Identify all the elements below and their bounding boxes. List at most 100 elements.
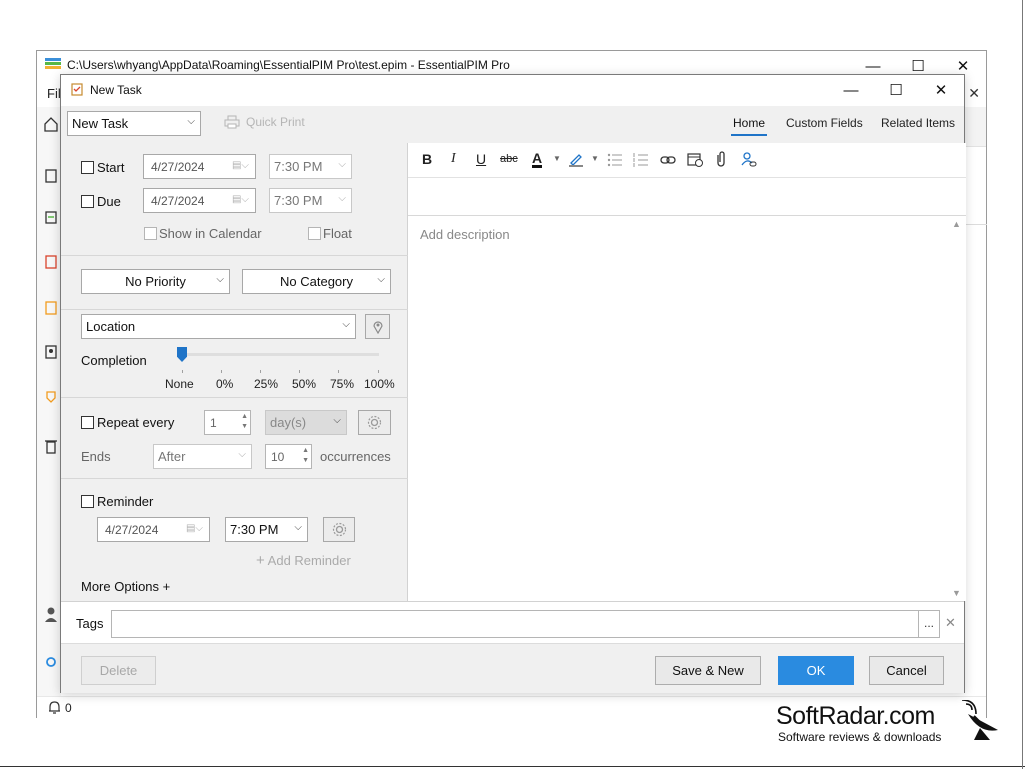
- occurrences-stepper[interactable]: 10 ▲ ▼: [265, 444, 312, 469]
- stepper-arrows-icon[interactable]: ▲ ▼: [241, 412, 248, 432]
- delete-button[interactable]: Delete: [81, 656, 156, 685]
- save-and-new-button[interactable]: Save & New: [655, 656, 761, 685]
- bold-button[interactable]: B: [422, 151, 432, 167]
- divider: [1022, 0, 1023, 769]
- repeat-unit-select[interactable]: day(s) ⌵: [265, 410, 347, 435]
- chevron-down-icon: ⌵: [216, 274, 224, 285]
- start-date-value: 4/27/2024: [151, 159, 205, 174]
- tick-mark: [260, 370, 261, 373]
- reminder-settings-button[interactable]: [323, 517, 355, 542]
- passwords-icon[interactable]: [43, 389, 59, 407]
- chevron-down-icon: ⌵: [238, 449, 246, 460]
- underline-button[interactable]: U: [476, 151, 486, 167]
- notes-icon[interactable]: [43, 167, 59, 185]
- due-date-field[interactable]: 4/27/2024 ▤⌵: [143, 188, 256, 213]
- chevron-down-icon: ⌵: [338, 159, 346, 170]
- reminder-time-select[interactable]: 7:30 PM ⌵: [225, 517, 308, 542]
- dialog-minimize-button[interactable]: —: [828, 75, 874, 105]
- scroll-down-icon[interactable]: ▼: [952, 588, 961, 598]
- panel-close-icon[interactable]: ✕: [968, 85, 980, 102]
- dialog-footer: Delete Save & New OK Cancel: [61, 643, 964, 693]
- reminder-date-field[interactable]: 4/27/2024 ▤⌵: [97, 517, 210, 542]
- location-input[interactable]: Location ⌵: [81, 314, 356, 339]
- more-options-link[interactable]: More Options +: [81, 579, 170, 594]
- dialog-maximize-button[interactable]: ☐: [873, 75, 919, 105]
- add-reminder-label: Add Reminder: [267, 553, 351, 568]
- menu-file[interactable]: Fil: [47, 86, 61, 101]
- repeat-checkbox[interactable]: [81, 416, 94, 429]
- trash-icon[interactable]: [43, 437, 59, 455]
- due-checkbox[interactable]: [81, 195, 94, 208]
- due-date-value: 4/27/2024: [151, 193, 205, 208]
- dialog-title: New Task: [90, 83, 142, 97]
- ends-mode-select[interactable]: After ⌵: [153, 444, 252, 469]
- satellite-dish-icon: [962, 700, 998, 740]
- reminder-checkbox[interactable]: [81, 495, 94, 508]
- home-icon[interactable]: [43, 115, 59, 133]
- show-in-calendar-checkbox[interactable]: [144, 227, 157, 240]
- bullet-list-icon[interactable]: [607, 152, 623, 168]
- due-time-select[interactable]: 7:30 PM ⌵: [269, 188, 352, 213]
- tick-label: 25%: [254, 377, 279, 391]
- tags-input[interactable]: [111, 610, 919, 638]
- item-type-select[interactable]: New Task ⌵: [67, 111, 201, 136]
- bell-icon[interactable]: [47, 700, 62, 715]
- repeat-label: Repeat every: [97, 415, 175, 430]
- user-icon[interactable]: [43, 605, 59, 623]
- link-icon[interactable]: [660, 152, 676, 168]
- new-task-dialog: New Task — ☐ ✕ New Task ⌵ Quick Print Ho…: [60, 74, 966, 693]
- map-pin-button[interactable]: [365, 314, 390, 339]
- tasks-icon[interactable]: [43, 253, 59, 271]
- scroll-up-icon[interactable]: ▲: [952, 219, 961, 229]
- divider: [965, 224, 987, 225]
- tab-related-items[interactable]: Related Items: [881, 116, 955, 130]
- tags-browse-button[interactable]: ...: [918, 610, 940, 638]
- calendar-dropdown-icon: ▤⌵: [185, 523, 203, 534]
- highlight-icon[interactable]: [568, 151, 584, 167]
- settings-icon[interactable]: [43, 653, 59, 671]
- insert-date-icon[interactable]: [687, 151, 703, 167]
- category-value: No Category: [280, 274, 353, 289]
- completion-slider-track[interactable]: [179, 353, 379, 356]
- repeat-count-stepper[interactable]: 1 ▲ ▼: [204, 410, 251, 435]
- chevron-down-icon[interactable]: ▼: [553, 154, 561, 163]
- quick-print-button[interactable]: Quick Print: [224, 115, 305, 129]
- float-checkbox[interactable]: [308, 227, 321, 240]
- watermark-tagline: Software reviews & downloads: [778, 730, 942, 744]
- show-in-calendar-label: Show in Calendar: [159, 226, 262, 241]
- stepper-arrows-icon[interactable]: ▲ ▼: [302, 446, 309, 466]
- clear-tags-icon[interactable]: ✕: [945, 615, 956, 631]
- add-reminder-button[interactable]: + Add Reminder: [256, 552, 351, 569]
- repeat-settings-button[interactable]: [358, 410, 391, 435]
- cancel-button[interactable]: Cancel: [869, 656, 944, 685]
- contacts-icon[interactable]: [43, 343, 59, 361]
- priority-select[interactable]: No Priority ⌵: [81, 269, 230, 294]
- chevron-down-icon: ⌵: [342, 319, 350, 330]
- chevron-down-icon: ⌵: [294, 522, 302, 533]
- chevron-down-icon[interactable]: ▼: [591, 154, 599, 163]
- sticky-notes-icon[interactable]: [43, 299, 59, 317]
- tab-home[interactable]: Home: [733, 116, 765, 130]
- start-time-select[interactable]: 7:30 PM ⌵: [269, 154, 352, 179]
- category-select[interactable]: No Category ⌵: [242, 269, 391, 294]
- tab-custom-fields[interactable]: Custom Fields: [786, 116, 863, 130]
- start-checkbox[interactable]: [81, 161, 94, 174]
- description-editor[interactable]: Add description: [408, 216, 948, 601]
- completion-slider-thumb[interactable]: [177, 347, 187, 362]
- start-date-field[interactable]: 4/27/2024 ▤⌵: [143, 154, 256, 179]
- strikethrough-button[interactable]: abc: [500, 153, 518, 165]
- numbered-list-icon[interactable]: [633, 152, 649, 168]
- calendar-icon[interactable]: [43, 208, 59, 226]
- plus-icon: +: [256, 552, 265, 569]
- divider: [0, 766, 1025, 767]
- attachment-icon[interactable]: [714, 151, 728, 168]
- ok-button[interactable]: OK: [778, 656, 854, 685]
- italic-button[interactable]: I: [451, 151, 456, 167]
- link-contact-icon[interactable]: [741, 151, 757, 168]
- description-scrollbar[interactable]: ▲ ▼: [948, 216, 966, 601]
- dialog-close-button[interactable]: ✕: [918, 75, 964, 105]
- font-color-button[interactable]: A: [532, 151, 543, 168]
- tick-label: 50%: [292, 377, 317, 391]
- tick-label: 0%: [216, 377, 234, 391]
- main-sidebar: [37, 107, 61, 697]
